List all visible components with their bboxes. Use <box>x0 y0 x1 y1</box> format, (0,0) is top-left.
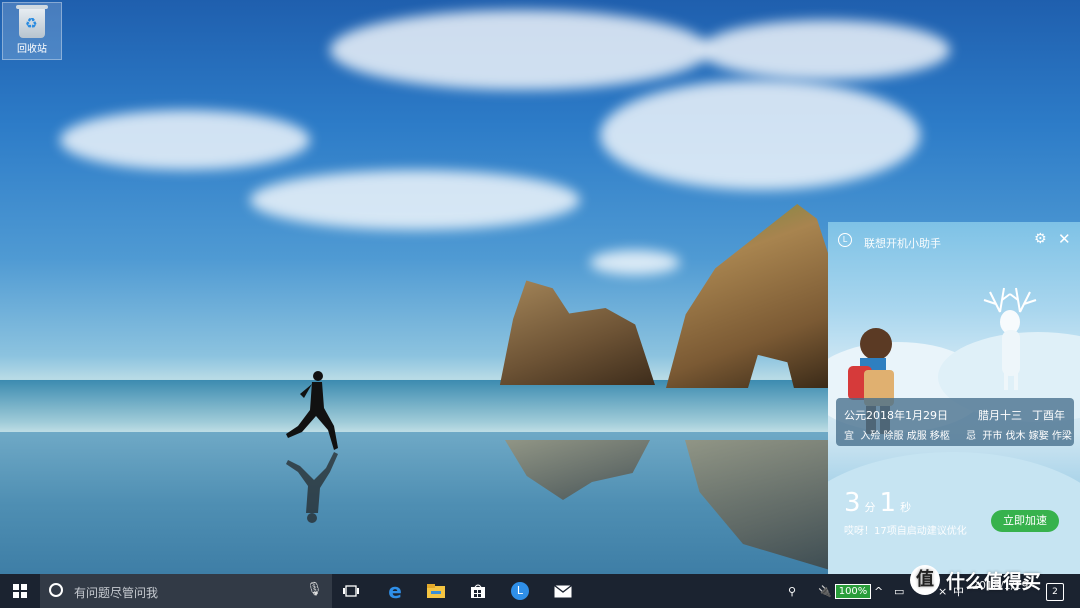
ganzhi-year: 丁酉年 <box>1032 409 1065 422</box>
gear-icon[interactable]: ⚙ <box>1034 231 1047 247</box>
widget-header: L 联想开机小助手 ⚙ ✕ <box>828 222 1080 260</box>
boot-time: 3分1秒 <box>844 488 915 518</box>
optimization-tip[interactable]: 哎呀！17项自启动建议优化 <box>844 522 967 537</box>
recycle-bin-icon: ♻ <box>16 5 48 38</box>
ji-text: 开市 伐木 嫁娶 作梁 <box>982 431 1072 442</box>
people-icon[interactable]: ⚲ <box>788 574 796 608</box>
runner-silhouette <box>286 371 338 523</box>
watermark-logo: 值 <box>910 565 940 595</box>
ji-label: 忌 <box>966 431 976 442</box>
minute-unit: 分 <box>864 501 876 514</box>
boot-minutes: 3 <box>844 488 861 518</box>
lenovo-logo-icon: L <box>838 233 852 247</box>
gregorian-date: 公元2018年1月29日 <box>844 409 948 422</box>
notification-count: 2 <box>1052 587 1058 597</box>
second-unit: 秒 <box>900 501 912 514</box>
search-box[interactable]: 有问题尽管问我 🎙 <box>40 574 332 608</box>
battery-icon[interactable]: ▭ <box>894 574 904 608</box>
cloud <box>600 80 920 190</box>
yi-text: 入殓 除服 成服 移柩 <box>860 431 950 442</box>
lenovo-icon[interactable]: L <box>505 574 535 608</box>
cloud <box>60 110 310 170</box>
power-plug-icon: 🔌 <box>818 584 832 598</box>
close-icon[interactable]: ✕ <box>1058 230 1071 248</box>
battery-indicator[interactable]: 🔌 100% <box>818 574 872 608</box>
watermark: 值 什么值得买 <box>910 565 1041 595</box>
sea-stack-rock <box>499 280 655 385</box>
calendar-card: 公元2018年1月29日 腊月十三 丁酉年 宜 入殓 除服 成服 移柩 忌 开市… <box>836 398 1074 446</box>
cloud <box>250 170 580 230</box>
deer-illustration <box>983 287 1037 390</box>
start-button[interactable] <box>0 574 40 608</box>
accelerate-button[interactable]: 立即加速 <box>991 510 1059 532</box>
windows-logo-icon <box>13 584 27 598</box>
microphone-icon[interactable]: 🎙 <box>306 582 323 597</box>
cloud <box>590 250 680 275</box>
battery-percent: 100% <box>834 583 872 599</box>
ji-row: 忌 开市 伐木 嫁娶 作梁 <box>966 427 1072 442</box>
yi-row: 宜 入殓 除服 成服 移柩 <box>844 427 950 442</box>
notification-center-icon[interactable]: 2 <box>1046 583 1064 601</box>
cortana-icon <box>49 583 63 597</box>
cloud <box>700 20 950 80</box>
cloud <box>330 10 710 90</box>
recycle-bin-label: 回收站 <box>17 44 47 55</box>
task-view-icon[interactable] <box>336 574 366 608</box>
mail-icon[interactable] <box>548 574 578 608</box>
search-placeholder: 有问题尽管问我 <box>74 586 159 600</box>
file-explorer-icon[interactable] <box>421 574 451 608</box>
yi-label: 宜 <box>844 431 854 442</box>
lunar-date: 腊月十三 <box>978 409 1022 422</box>
store-icon[interactable] <box>463 574 493 608</box>
boot-seconds: 1 <box>879 488 897 518</box>
watermark-text: 什么值得买 <box>946 570 1042 593</box>
lenovo-boot-assistant-widget: L 联想开机小助手 ⚙ ✕ 公元2018年1月29日 腊月十三 丁酉年 宜 入殓… <box>828 222 1080 574</box>
edge-icon[interactable]: e <box>380 574 410 608</box>
recycle-bin-shortcut[interactable]: ♻ 回收站 <box>2 2 62 60</box>
chevron-up-icon[interactable]: ^ <box>874 574 883 608</box>
widget-title: 联想开机小助手 <box>864 237 941 250</box>
arch-rock <box>666 204 830 388</box>
